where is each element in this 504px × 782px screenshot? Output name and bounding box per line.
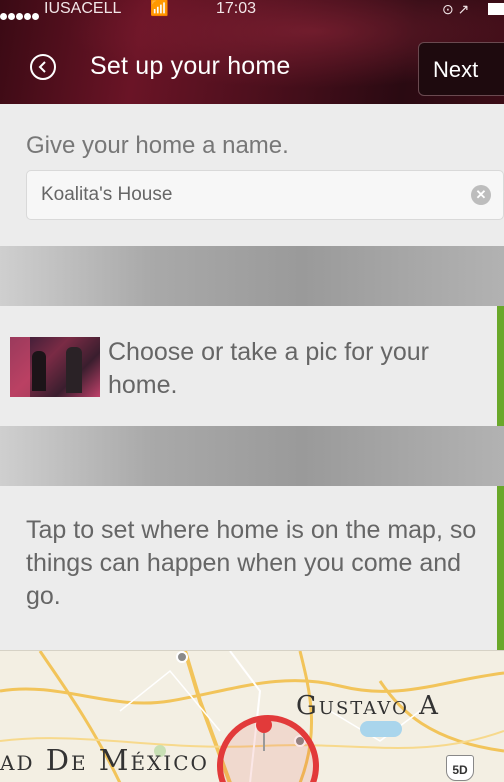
home-name-field[interactable]: Koalita's House ✕	[26, 170, 504, 220]
carrier-label: IUSACELL	[44, 0, 122, 17]
next-button[interactable]: Next	[418, 42, 504, 96]
set-location-row[interactable]: Tap to set where home is on the map, so …	[0, 486, 504, 650]
section-divider	[0, 426, 504, 486]
location-status-indicator	[497, 486, 504, 650]
location-map[interactable]: Gustavo A ad De México 5D	[0, 650, 504, 782]
clear-icon[interactable]: ✕	[471, 185, 491, 205]
choose-photo-label: Choose or take a pic for your home.	[108, 338, 429, 399]
highway-shield: 5D	[446, 755, 474, 781]
location-icon: ⊙ ↗	[442, 1, 470, 17]
map-label-gustavo: Gustavo A	[296, 691, 440, 721]
home-photo-thumbnail	[10, 337, 100, 397]
home-name-section: Give your home a name. Koalita's House ✕	[0, 104, 504, 246]
choose-photo-row[interactable]: Choose or take a pic for your home.	[0, 306, 504, 426]
back-button[interactable]	[30, 54, 56, 80]
set-location-label: Tap to set where home is on the map, so …	[26, 516, 477, 610]
page-title: Set up your home	[90, 52, 291, 80]
home-name-value: Koalita's House	[41, 184, 173, 205]
back-arrow-icon	[38, 61, 46, 73]
battery-icon	[488, 3, 504, 15]
wifi-icon: 📶	[150, 0, 169, 17]
home-name-prompt: Give your home a name.	[26, 132, 289, 159]
nav-header: IUSACELL 📶 17:03 ⊙ ↗ Set up your home Ne…	[0, 0, 504, 104]
status-bar: IUSACELL 📶 17:03 ⊙ ↗	[0, 0, 504, 20]
clock: 17:03	[216, 0, 257, 17]
signal-strength-icon	[0, 6, 40, 26]
section-divider	[0, 246, 504, 306]
photo-status-indicator	[497, 306, 504, 426]
map-label-city: ad De México	[0, 743, 209, 777]
